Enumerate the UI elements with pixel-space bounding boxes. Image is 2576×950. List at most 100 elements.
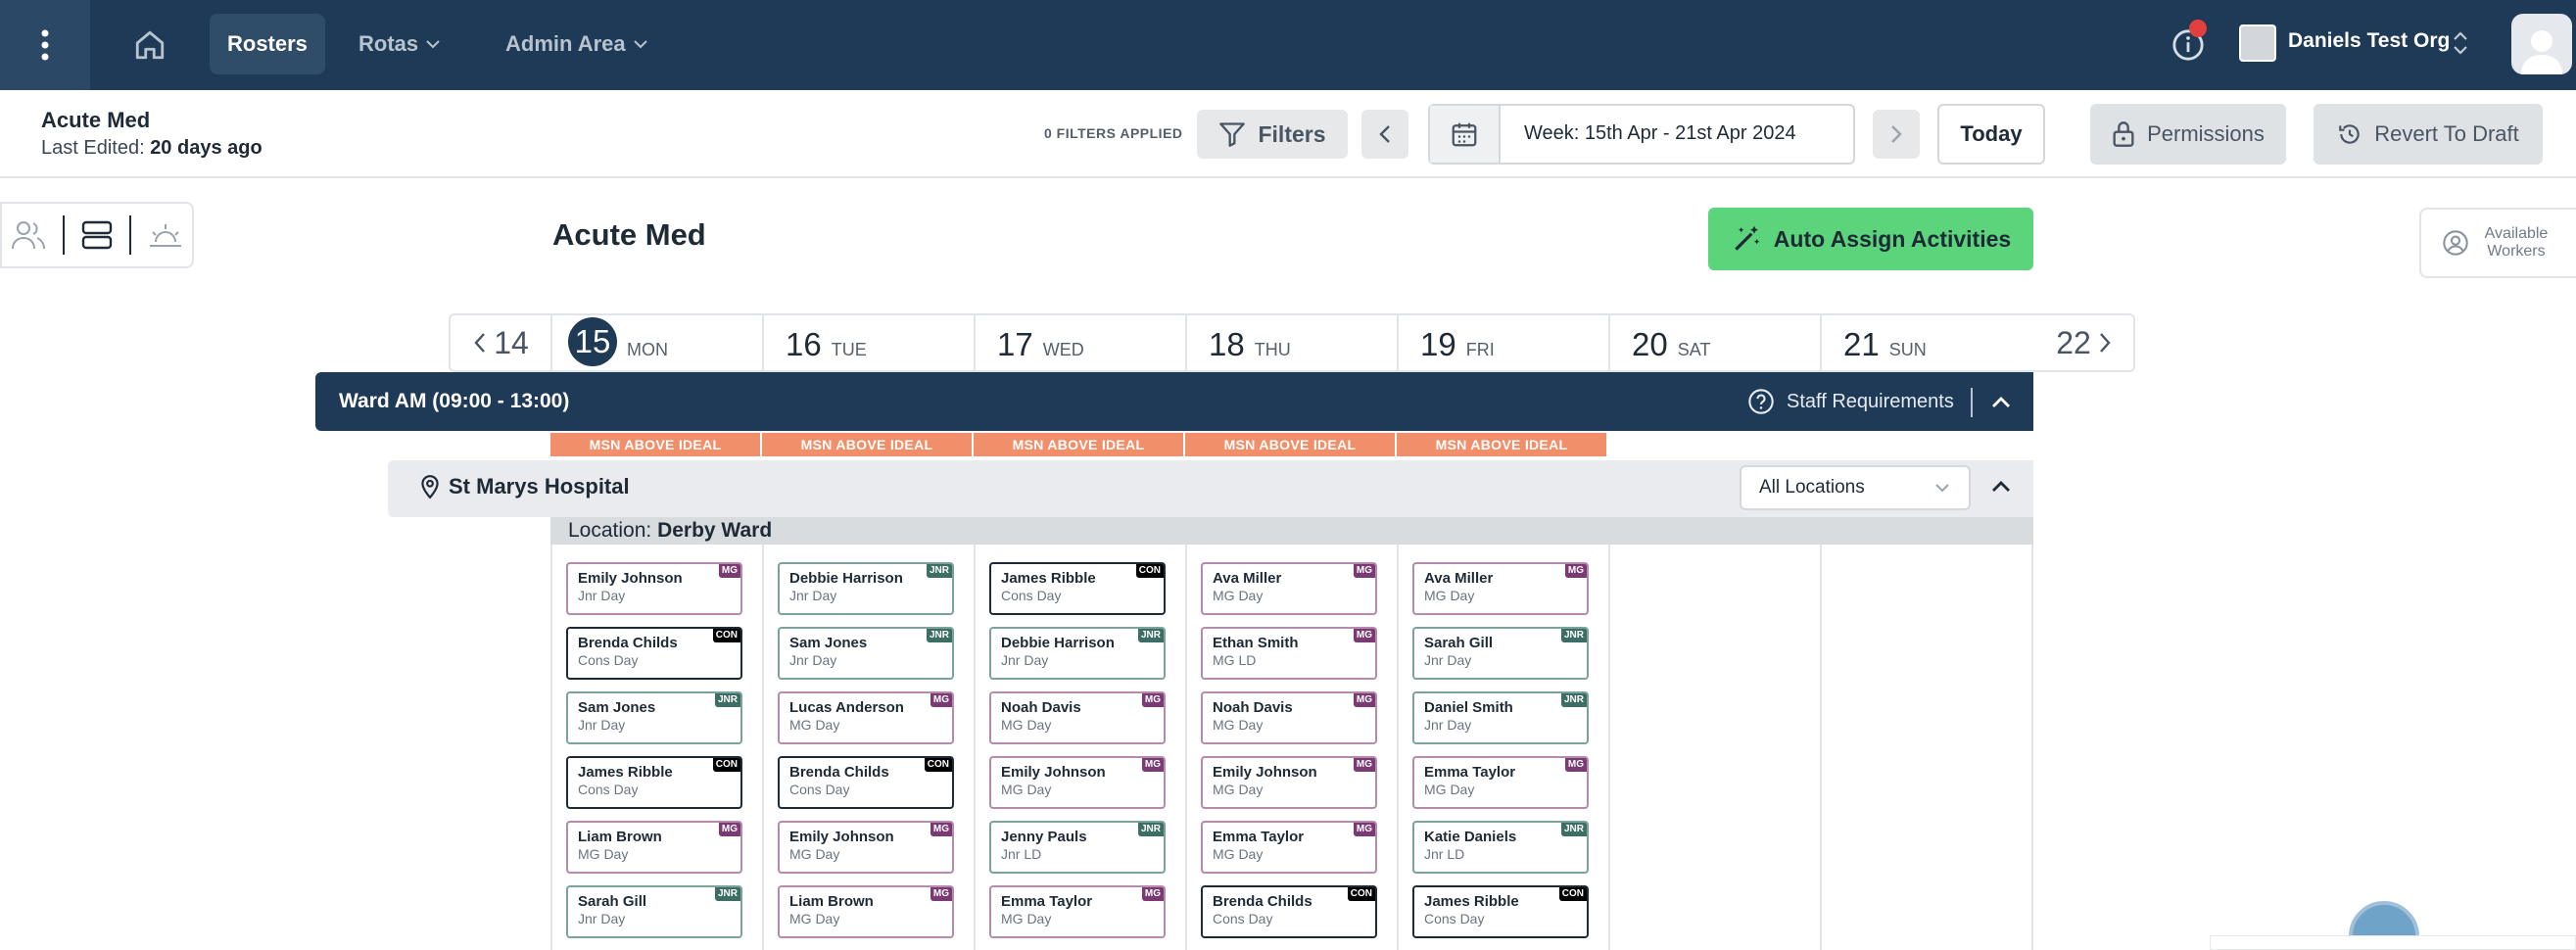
staff-assignment-card[interactable]: James Ribble Cons Day CON xyxy=(989,562,1166,615)
staff-assignment-card[interactable]: Brenda Childs Cons Day CON xyxy=(566,627,742,680)
grade-badge: MG xyxy=(718,823,740,836)
staff-assignment-card[interactable]: Emma Taylor MG Day MG xyxy=(1412,756,1589,809)
next-week-button[interactable] xyxy=(1873,110,1920,159)
nav-tab-rosters[interactable]: Rosters xyxy=(210,14,325,74)
kebab-menu-button[interactable] xyxy=(0,0,90,90)
staff-assignment-card[interactable]: Emily Johnson MG Day MG xyxy=(1201,756,1377,809)
shift-role: Cons Day xyxy=(578,782,639,797)
permissions-label: Permissions xyxy=(2147,121,2265,146)
previous-day-button[interactable]: 14 xyxy=(451,315,550,370)
staff-assignment-card[interactable]: Katie Daniels Jnr LD JNR xyxy=(1412,821,1589,874)
staff-name: Emma Taylor xyxy=(1001,893,1093,910)
chevron-left-icon xyxy=(1379,125,1390,143)
staff-assignment-card[interactable]: James Ribble Cons Day CON xyxy=(1412,885,1589,938)
grade-badge: MG xyxy=(1353,758,1375,772)
location-select[interactable]: All Locations xyxy=(1740,465,1971,510)
staff-assignment-card[interactable]: Liam Brown MG Day MG xyxy=(778,885,954,938)
grade-badge: MG xyxy=(1141,758,1164,772)
filters-label: Filters xyxy=(1258,120,1326,147)
day-column-header[interactable]: 21 SUN xyxy=(1820,315,2031,370)
staff-assignment-card[interactable]: Emma Taylor MG Day MG xyxy=(989,885,1166,938)
hospital-name-text: St Marys Hospital xyxy=(449,474,630,499)
grade-badge: MG xyxy=(1353,564,1375,578)
staff-name: Emily Johnson xyxy=(1213,764,1317,781)
day-column-divider xyxy=(1820,545,1822,950)
day-column-header[interactable]: 15 MON xyxy=(550,315,762,370)
day-column-header[interactable]: 17 WED xyxy=(974,315,1185,370)
msn-above-ideal-badge: MSN ABOVE IDEAL xyxy=(550,433,760,456)
view-divider xyxy=(63,215,65,255)
staff-assignment-card[interactable]: Sarah Gill Jnr Day JNR xyxy=(566,885,742,938)
staff-requirements-button[interactable]: Staff Requirements xyxy=(1747,388,1954,415)
nav-tab-rotas[interactable]: Rotas xyxy=(341,14,459,74)
grade-badge: CON xyxy=(1347,887,1375,901)
lock-icon xyxy=(2113,121,2134,147)
staff-assignment-card[interactable]: Daniel Smith Jnr Day JNR xyxy=(1412,691,1589,744)
grade-badge: JNR xyxy=(1560,823,1587,836)
staff-assignment-card[interactable]: Emily Johnson MG Day MG xyxy=(778,821,954,874)
staff-assignment-card[interactable]: Ava Miller MG Day MG xyxy=(1412,562,1589,615)
staff-assignment-card[interactable]: Brenda Childs Cons Day CON xyxy=(778,756,954,809)
sunrise-view-icon[interactable] xyxy=(147,218,184,252)
staff-name: Ava Miller xyxy=(1424,570,1494,587)
home-icon xyxy=(135,30,165,60)
user-avatar-button[interactable] xyxy=(2511,14,2572,74)
filters-applied-count: 0 FILTERS APPLIED xyxy=(1044,125,1183,141)
shift-role: Cons Day xyxy=(789,782,850,797)
staff-name: Ava Miller xyxy=(1213,570,1282,587)
week-range-text[interactable]: Week: 15th Apr - 21st Apr 2024 xyxy=(1524,122,1796,145)
band-divider xyxy=(1971,388,1973,417)
collapse-hospital-button[interactable] xyxy=(1986,472,2016,501)
staff-assignment-card[interactable]: Ava Miller MG Day MG xyxy=(1201,562,1377,615)
shift-role: Cons Day xyxy=(1424,911,1485,926)
rows-view-icon[interactable] xyxy=(80,218,114,252)
org-switcher-chevrons-icon[interactable] xyxy=(2449,25,2472,66)
staff-assignment-card[interactable]: Sam Jones Jnr Day JNR xyxy=(566,691,742,744)
staff-assignment-card[interactable]: Emily Johnson Jnr Day MG xyxy=(566,562,742,615)
last-edited: Last Edited: 20 days ago xyxy=(41,137,262,160)
today-button[interactable]: Today xyxy=(1937,104,2045,165)
org-name[interactable]: Daniels Test Org xyxy=(2288,29,2450,53)
shift-role: Jnr Day xyxy=(578,911,626,926)
grade-badge: JNR xyxy=(926,564,952,578)
staff-assignment-card[interactable]: Emma Taylor MG Day MG xyxy=(1201,821,1377,874)
staff-assignment-card[interactable]: Emily Johnson MG Day MG xyxy=(989,756,1166,809)
day-column-header[interactable]: 16 TUE xyxy=(762,315,974,370)
staff-assignment-card[interactable]: Debbie Harrison Jnr Day JNR xyxy=(989,627,1166,680)
staff-assignment-card[interactable]: Sam Jones Jnr Day JNR xyxy=(778,627,954,680)
day-column-header[interactable]: 18 THU xyxy=(1185,315,1397,370)
previous-week-button[interactable] xyxy=(1361,110,1408,159)
staff-assignment-card[interactable]: Noah Davis MG Day MG xyxy=(1201,691,1377,744)
staff-assignment-card[interactable]: James Ribble Cons Day CON xyxy=(566,756,742,809)
people-view-icon[interactable] xyxy=(10,218,47,252)
staff-assignment-card[interactable]: Debbie Harrison Jnr Day JNR xyxy=(778,562,954,615)
permissions-button[interactable]: Permissions xyxy=(2090,104,2286,165)
home-button[interactable] xyxy=(118,18,182,72)
next-day-button[interactable]: 22 xyxy=(2033,315,2135,370)
collapse-shift-button[interactable] xyxy=(1986,388,2016,417)
day-column-divider xyxy=(974,545,976,950)
revert-to-draft-button[interactable]: Revert To Draft xyxy=(2314,104,2543,165)
staff-assignment-card[interactable]: Brenda Childs Cons Day CON xyxy=(1201,885,1377,938)
nav-tab-admin-area[interactable]: Admin Area xyxy=(488,14,667,74)
filters-button[interactable]: Filters xyxy=(1197,110,1348,159)
day-column-divider xyxy=(2031,545,2033,950)
page-title: Acute Med xyxy=(552,217,706,252)
day-column-header[interactable]: 20 SAT xyxy=(1608,315,1820,370)
staff-assignment-card[interactable]: Lucas Anderson MG Day MG xyxy=(778,691,954,744)
calendar-icon[interactable] xyxy=(1430,106,1501,163)
staff-assignment-card[interactable]: Noah Davis MG Day MG xyxy=(989,691,1166,744)
staff-assignment-card[interactable]: Liam Brown MG Day MG xyxy=(566,821,742,874)
staff-assignment-card[interactable]: Ethan Smith MG LD MG xyxy=(1201,627,1377,680)
chevron-up-icon xyxy=(1992,397,2010,407)
location-label-text: Location: xyxy=(568,519,652,542)
last-edited-value: 20 days ago xyxy=(150,137,262,159)
staff-assignment-card[interactable]: Jenny Pauls Jnr LD JNR xyxy=(989,821,1166,874)
nav-tab-rotas-label: Rotas xyxy=(358,31,419,56)
staff-assignment-card[interactable]: Sarah Gill Jnr Day JNR xyxy=(1412,627,1589,680)
nav-tab-rosters-label: Rosters xyxy=(227,31,308,56)
auto-assign-button[interactable]: Auto Assign Activities xyxy=(1708,208,2033,270)
day-column-header[interactable]: 19 FRI xyxy=(1397,315,1608,370)
available-workers-button[interactable]: Available Workers xyxy=(2419,208,2576,278)
shift-role: MG Day xyxy=(1213,846,1264,862)
